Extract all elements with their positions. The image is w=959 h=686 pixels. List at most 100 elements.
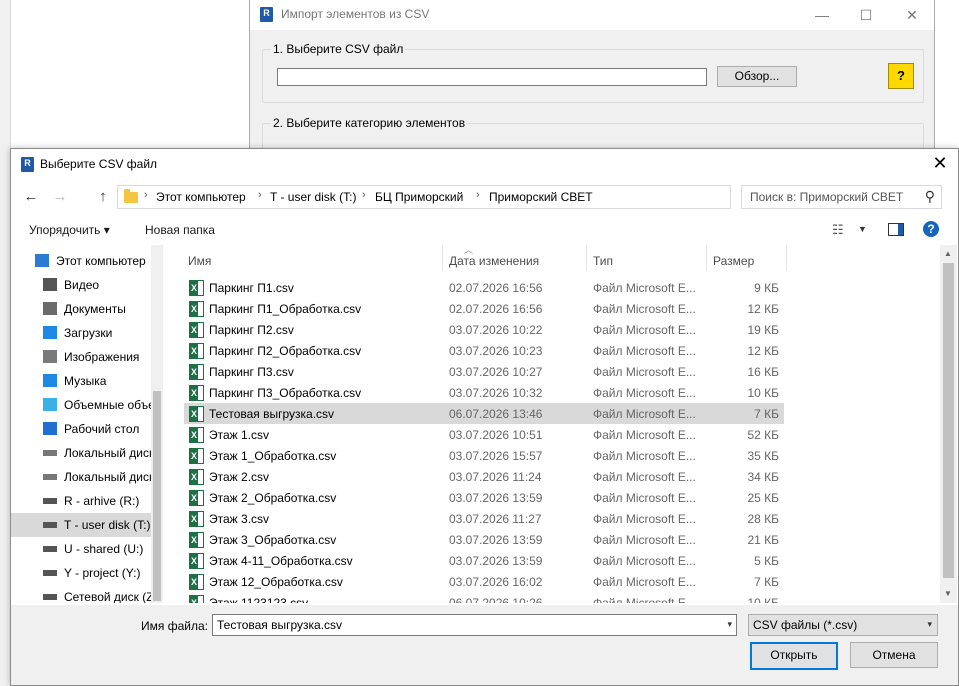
csv-path-input[interactable] (277, 68, 707, 86)
table-row[interactable]: Этаж 3.csv 03.07.2026 11:27 Файл Microsoft… (184, 508, 784, 529)
file-type-select[interactable]: CSV файлы (*.csv) ▾ (748, 614, 938, 636)
chevron-down-icon[interactable]: ▼ (858, 224, 867, 234)
browse-button[interactable]: Обзор... (717, 66, 797, 87)
table-row[interactable]: Этаж 1123123.csv 06.07.2026 10:26 Файл Mic… (184, 592, 784, 603)
column-header-size[interactable]: Размер (713, 254, 754, 268)
column-header-type[interactable]: Тип (593, 254, 613, 268)
file-list-scroll-thumb[interactable] (943, 263, 954, 578)
dialog-close-button[interactable]: ✕ (930, 153, 950, 173)
help-button[interactable]: ? (888, 63, 914, 89)
file-name: Паркинг П1.csv (209, 281, 294, 295)
file-size: 25 КБ (747, 491, 779, 505)
table-row[interactable]: Паркинг П2_Обработка.csv 03.07.2026 10:23… (184, 340, 784, 361)
file-name: Этаж 2_Обработка.csv (209, 491, 337, 505)
sidebar-item-label: Этот компьютер (56, 254, 146, 268)
downloads-icon (43, 326, 57, 339)
file-name: Этаж 1_Обработка.csv (209, 449, 337, 463)
maximize-button[interactable]: ☐ (851, 5, 881, 25)
sidebar-item[interactable]: Сетевой диск (Z:) (11, 585, 152, 603)
filename-input[interactable]: Тестовая выгрузка.csv ▾ (212, 614, 737, 636)
up-arrow-icon[interactable]: ↑ (93, 187, 113, 207)
file-size: 52 КБ (747, 428, 779, 442)
table-row[interactable]: Тестовая выгрузка.csv 06.07.2026 13:46 Фай… (184, 403, 784, 424)
table-row[interactable]: Паркинг П2.csv 03.07.2026 10:22 Файл Micro… (184, 319, 784, 340)
table-row[interactable]: Паркинг П1.csv 02.07.2026 16:56 Файл Micro… (184, 277, 784, 298)
preview-pane-icon[interactable] (888, 223, 904, 236)
column-header-date[interactable]: Дата изменения (449, 254, 539, 268)
breadcrumb-primorsky[interactable]: БЦ Приморский (375, 190, 463, 204)
file-type: Файл Microsoft E... (593, 302, 696, 316)
sidebar-item-label: Объемные объекты (64, 398, 152, 412)
video-icon (43, 278, 57, 291)
excel-csv-file-icon (189, 322, 204, 338)
file-type: Файл Microsoft E... (593, 470, 696, 484)
breadcrumb-user-disk[interactable]: T - user disk (T:) (270, 190, 356, 204)
network-drive-icon (43, 570, 57, 576)
sidebar-item[interactable]: Локальный диск (D:) (11, 465, 152, 489)
filename-label: Имя файла: (141, 619, 208, 633)
address-bar[interactable]: › Этот компьютер › T - user disk (T:) › … (117, 185, 829, 209)
breadcrumb-primorsky-svet[interactable]: Приморский СВЕТ (489, 190, 593, 204)
excel-csv-file-icon (189, 511, 204, 527)
open-button[interactable]: Открыть (750, 642, 838, 670)
sidebar-item[interactable]: Локальный диск (C:) (11, 441, 152, 465)
back-arrow-icon[interactable]: ← (21, 187, 41, 207)
cancel-button[interactable]: Отмена (850, 642, 938, 668)
file-type: Файл Microsoft E... (593, 323, 696, 337)
file-list-scrollbar[interactable]: ▲ ▼ (940, 245, 957, 603)
sidebar-item[interactable]: Объемные объекты (11, 393, 152, 417)
scroll-down-icon[interactable]: ▼ (944, 589, 952, 598)
table-row[interactable]: Этаж 3_Обработка.csv 03.07.2026 13:59 Файл… (184, 529, 784, 550)
search-box[interactable]: Поиск в: Приморский СВЕТ ⚲ (741, 185, 942, 209)
file-date: 03.07.2026 13:59 (449, 533, 543, 547)
sidebar-item-label: Видео (64, 278, 100, 292)
breadcrumb-separator: › (258, 189, 262, 201)
file-list-header: ︿ Имя Дата изменения Тип Размер (167, 245, 943, 271)
sidebar-item[interactable]: U - shared (U:) (11, 537, 151, 561)
table-row[interactable]: Этаж 1_Обработка.csv 03.07.2026 15:57 Файл… (184, 445, 784, 466)
chevron-down-icon[interactable]: ▾ (727, 619, 732, 630)
file-type: Файл Microsoft E... (593, 533, 696, 547)
forward-arrow-icon[interactable]: → (50, 187, 70, 207)
sidebar-item[interactable]: Видео (11, 273, 151, 297)
open-file-dialog: R Выберите CSV файл ✕ ← → ↑ › Этот компь… (10, 148, 959, 686)
file-size: 10 КБ (747, 386, 779, 400)
sidebar-item[interactable]: Музыка (11, 369, 151, 393)
sidebar-item[interactable]: Загрузки (11, 321, 151, 345)
sidebar-item[interactable]: Y - project (Y:) (11, 561, 151, 585)
table-row[interactable]: Этаж 4-11_Обработка.csv 03.07.2026 13:59 Ф… (184, 550, 784, 571)
sidebar-item-label: R - arhive (R:) (64, 494, 140, 508)
new-folder-button[interactable]: Новая папка (145, 223, 215, 237)
file-type: Файл Microsoft E... (593, 491, 696, 505)
sidebar-item[interactable]: Документы (11, 297, 151, 321)
search-input[interactable]: Поиск в: Приморский СВЕТ (750, 190, 903, 204)
organize-button[interactable]: Упорядочить ▾ (29, 223, 110, 237)
file-type: Файл Microsoft E... (593, 575, 696, 589)
table-row[interactable]: Этаж 2.csv 03.07.2026 11:24 Файл Microsoft… (184, 466, 784, 487)
column-header-name[interactable]: Имя (188, 254, 211, 268)
file-date: 02.07.2026 16:56 (449, 281, 543, 295)
sidebar-item[interactable]: T - user disk (T:) (11, 513, 151, 537)
sidebar-item[interactable]: R - arhive (R:) (11, 489, 151, 513)
table-row[interactable]: Паркинг П3.csv 03.07.2026 10:27 Файл Micro… (184, 361, 784, 382)
breadcrumb-this-pc[interactable]: Этот компьютер (156, 190, 246, 204)
table-row[interactable]: Этаж 1.csv 03.07.2026 10:51 Файл Microsoft… (184, 424, 784, 445)
sidebar-item[interactable]: Рабочий стол (11, 417, 151, 441)
help-icon[interactable]: ? (923, 221, 939, 237)
sidebar-scrollbar[interactable] (151, 245, 163, 603)
scroll-up-icon[interactable]: ▲ (944, 249, 952, 258)
table-row[interactable]: Этаж 2_Обработка.csv 03.07.2026 13:59 Файл… (184, 487, 784, 508)
table-row[interactable]: Паркинг П1_Обработка.csv 02.07.2026 16:56… (184, 298, 784, 319)
view-options-icon[interactable]: ☷ (832, 222, 844, 238)
file-date: 06.07.2026 13:46 (449, 407, 543, 421)
file-name: Паркинг П2.csv (209, 323, 294, 337)
minimize-button[interactable]: — (807, 5, 837, 25)
file-date: 03.07.2026 11:27 (449, 512, 542, 526)
table-row[interactable]: Этаж 12_Обработка.csv 03.07.2026 16:02 Фай… (184, 571, 784, 592)
sidebar-item[interactable]: Изображения (11, 345, 151, 369)
table-row[interactable]: Паркинг П3_Обработка.csv 03.07.2026 10:32… (184, 382, 784, 403)
sidebar-scroll-thumb[interactable] (153, 391, 161, 601)
close-button[interactable]: ✕ (897, 5, 927, 25)
sidebar-item[interactable]: Этот компьютер (11, 249, 151, 273)
file-type: Файл Microsoft E... (593, 596, 696, 603)
